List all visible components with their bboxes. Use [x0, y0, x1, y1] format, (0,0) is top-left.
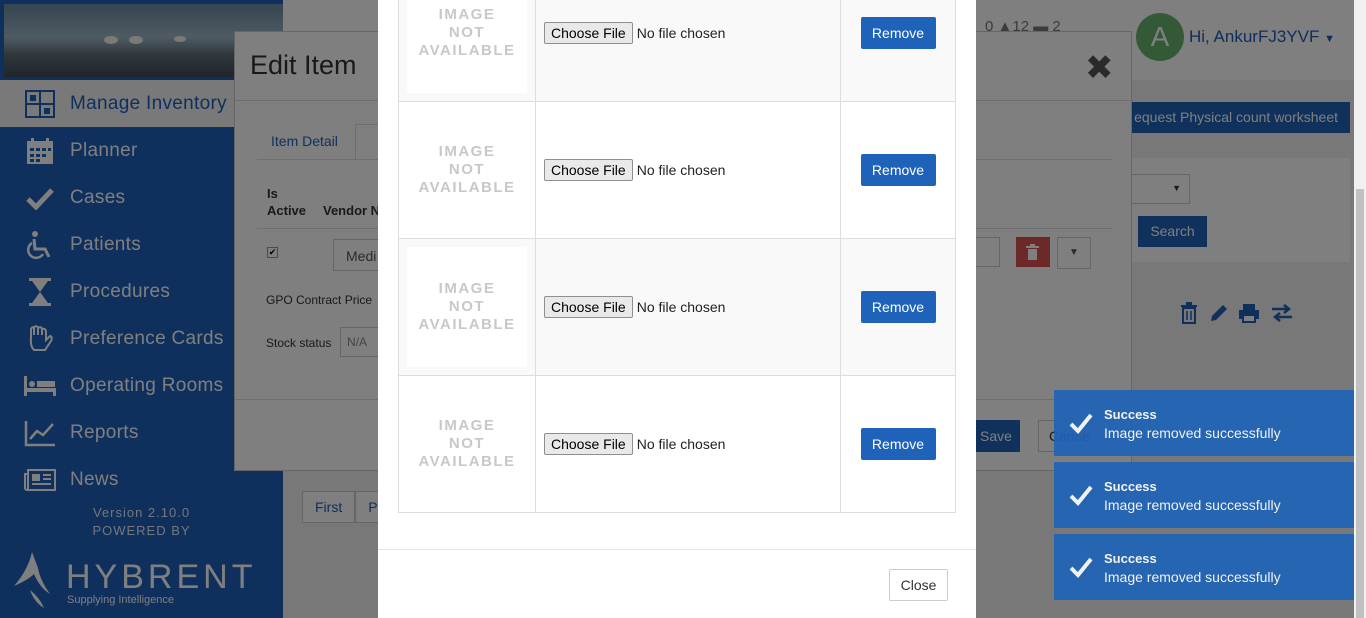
- table-row: IMAGE NOT AVAILABLE Choose File No file cho…: [398, 101, 956, 239]
- modal-footer-divider: [378, 549, 976, 550]
- table-row: IMAGE NOT AVAILABLE Choose File No file cho…: [398, 238, 956, 376]
- remove-image-button[interactable]: Remove: [860, 154, 936, 186]
- choose-file-button[interactable]: Choose File: [544, 296, 633, 318]
- scrollbar-thumb[interactable]: [1356, 189, 1364, 618]
- success-toast[interactable]: Success Image removed successfully: [1054, 390, 1354, 456]
- check-icon: [1068, 482, 1094, 508]
- success-toast[interactable]: Success Image removed successfully: [1054, 462, 1354, 528]
- image-not-available-placeholder: IMAGE NOT AVAILABLE: [407, 110, 527, 230]
- remove-image-button[interactable]: Remove: [860, 428, 936, 460]
- choose-file-button[interactable]: Choose File: [544, 433, 633, 455]
- remove-image-button[interactable]: Remove: [860, 291, 936, 323]
- table-row: IMAGE NOT AVAILABLE Choose File No file cho…: [398, 375, 956, 513]
- check-icon: [1068, 410, 1094, 436]
- toast-message: Image removed successfully: [1104, 425, 1281, 441]
- item-images-modal: IMAGE NOT AVAILABLE Choose File No file cho…: [378, 0, 976, 618]
- file-status: No file chosen: [636, 162, 726, 178]
- file-status: No file chosen: [636, 436, 726, 452]
- toast-message: Image removed successfully: [1104, 497, 1281, 513]
- remove-image-button[interactable]: Remove: [860, 17, 936, 49]
- image-not-available-placeholder: IMAGE NOT AVAILABLE: [407, 384, 527, 504]
- file-status: No file chosen: [636, 25, 726, 41]
- file-status: No file chosen: [636, 299, 726, 315]
- toast-title: Success: [1104, 407, 1157, 422]
- choose-file-button[interactable]: Choose File: [544, 159, 633, 181]
- choose-file-button[interactable]: Choose File: [544, 22, 633, 44]
- success-toast[interactable]: Success Image removed successfully: [1054, 534, 1354, 600]
- toast-title: Success: [1104, 551, 1157, 566]
- page-scrollbar[interactable]: [1354, 0, 1366, 618]
- image-not-available-placeholder: IMAGE NOT AVAILABLE: [407, 0, 527, 93]
- toast-message: Image removed successfully: [1104, 569, 1281, 585]
- toast-title: Success: [1104, 479, 1157, 494]
- close-button[interactable]: Close: [889, 569, 948, 601]
- images-table: IMAGE NOT AVAILABLE Choose File No file cho…: [398, 0, 956, 513]
- table-row: IMAGE NOT AVAILABLE Choose File No file cho…: [398, 0, 956, 102]
- image-not-available-placeholder: IMAGE NOT AVAILABLE: [407, 247, 527, 367]
- check-icon: [1068, 554, 1094, 580]
